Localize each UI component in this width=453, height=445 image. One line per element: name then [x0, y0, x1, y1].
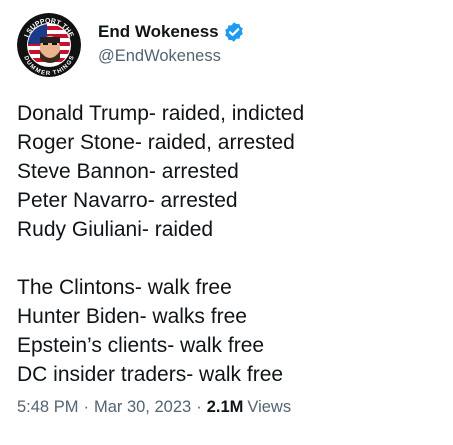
views-label: Views	[247, 398, 292, 416]
tweet-line: Steve Bannon- arrested	[17, 160, 239, 183]
avatar-logo: I SUPPORT THE DUMMER THINGS	[17, 13, 81, 77]
author-display-name[interactable]: End Wokeness	[98, 22, 219, 42]
author-handle[interactable]: @EndWokeness	[98, 47, 221, 66]
tweet-date[interactable]: Mar 30, 2023	[94, 398, 191, 417]
tweet-line: Hunter Biden- walks free	[17, 305, 247, 328]
tweet-line: Roger Stone- raided, arrested	[17, 131, 295, 154]
meta-separator: ·	[83, 398, 89, 416]
tweet-line: The Clintons- walk free	[17, 276, 232, 299]
tweet-time[interactable]: 5:48 PM	[17, 398, 78, 417]
tweet-meta: 5:48 PM · Mar 30, 2023 · 2.1M Views	[17, 398, 291, 417]
tweet-line: Donald Trump- raided, indicted	[17, 102, 305, 125]
tweet-line: Epstein’s clients- walk free	[17, 334, 265, 357]
tweet-line: Peter Navarro- arrested	[17, 189, 238, 212]
tweet-text: Donald Trump- raided, indicted Roger Sto…	[17, 99, 437, 389]
author-avatar[interactable]: I SUPPORT THE DUMMER THINGS	[17, 13, 81, 77]
tweet-line: Rudy Giuliani- raided	[17, 218, 214, 241]
meta-separator: ·	[196, 398, 202, 416]
views-count: 2.1M	[206, 398, 244, 416]
verified-badge-icon	[223, 21, 245, 43]
tweet-card: I SUPPORT THE DUMMER THINGS End Wokeness…	[0, 0, 453, 445]
tweet-line: DC insider traders- walk free	[17, 363, 284, 386]
author-name-row: End Wokeness	[98, 20, 245, 44]
